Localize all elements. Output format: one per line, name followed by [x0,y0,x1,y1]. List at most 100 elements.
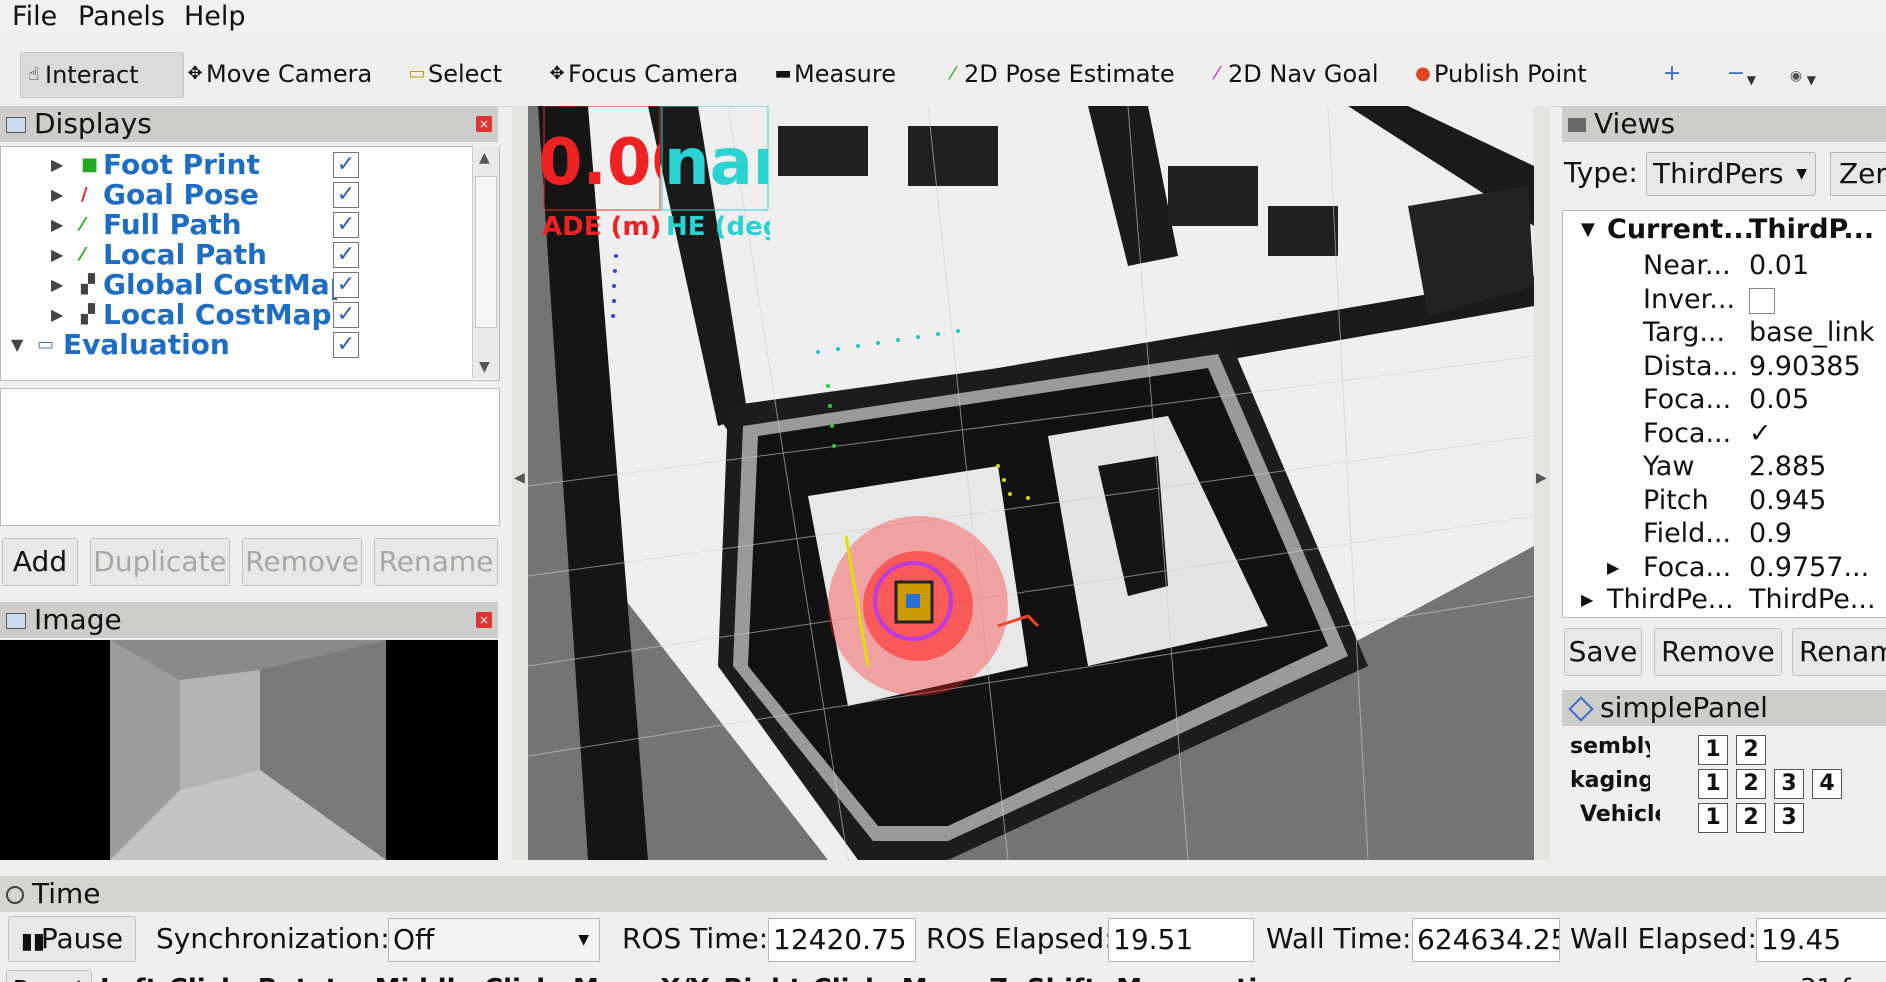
view-properties[interactable]: ▼ Current... ThirdP... Near... 0.01 Inver.… [1562,210,1886,618]
simple-panel-number-button[interactable]: 1 [1698,769,1728,799]
panel-diamond-icon [1568,696,1594,722]
rename-view-button[interactable]: Renam [1792,628,1886,676]
view-property-row[interactable]: ▶ Foca... 0.9757... [1563,551,1886,585]
view-property-row[interactable]: Inver... [1563,283,1886,317]
display-checkbox[interactable]: ✓ [333,212,359,238]
menu-panels[interactable]: Panels [78,0,165,34]
duplicate-button[interactable]: Duplicate [90,538,230,586]
simple-panel-number-button[interactable]: 2 [1736,769,1766,799]
simple-panel-number-button[interactable]: 2 [1736,735,1766,765]
nav-goal-label: 2D Nav Goal [1228,60,1379,88]
view-property-value[interactable]: 2.885 [1749,450,1826,484]
view-property-value[interactable]: 0.9 [1749,517,1792,551]
wall-elapsed-field[interactable]: 19.45 [1756,918,1886,962]
ruler-icon: ▬ [774,63,792,84]
display-checkbox[interactable]: ✓ [333,152,359,178]
displays-panel-header: Displays × [0,106,498,142]
right-splitter[interactable]: ▶ [1534,106,1550,860]
add-button[interactable]: Add [2,538,78,586]
chevron-right-icon[interactable]: ▼ [11,327,23,363]
save-view-button[interactable]: Save [1564,628,1642,676]
view-property-row[interactable]: Near... 0.01 [1563,249,1886,283]
display-item-label: Evaluation [63,328,230,361]
scroll-up-icon[interactable]: ▲ [479,150,490,166]
displays-scrollbar[interactable]: ▲ ▼ [472,146,499,379]
view-property-key: Near... [1643,250,1731,281]
rename-button[interactable]: Rename [374,538,498,586]
view-property-value[interactable]: base_link [1749,316,1875,350]
hand-icon: ☝ [28,64,40,85]
display-checkbox[interactable]: ✓ [333,182,359,208]
simple-panel-number-button[interactable]: 4 [1812,769,1842,799]
third-person-row[interactable]: ▶ ThirdPe... ThirdPe... [1563,583,1886,617]
remove-tool-button[interactable]: − ▼ [1716,56,1756,96]
scroll-down-icon[interactable]: ▼ [479,359,490,375]
chevron-down-icon: ▼ [1796,166,1807,182]
simple-panel-number-button[interactable]: 1 [1698,735,1728,765]
select-tool[interactable]: ▭ Select [404,52,508,96]
reset-button[interactable]: Reset [6,970,92,982]
zero-button[interactable]: Zer [1830,152,1886,196]
move-camera-tool[interactable]: ✥ Move Camera [182,52,378,96]
sync-select[interactable]: Off ▼ [388,918,600,962]
simple-panel-header: simplePanel [1562,690,1886,726]
view-property-value[interactable]: ✓ [1749,417,1772,451]
interact-tool[interactable]: ☝ Interact [20,52,184,98]
view-property-value[interactable]: 0.05 [1749,383,1809,417]
display-item[interactable]: ▼ ▭ Evaluation ✓ [1,327,471,363]
remove-view-button[interactable]: Remove [1654,628,1782,676]
view-property-value[interactable]: 9.90385 [1749,350,1861,384]
simple-panel-number-button[interactable]: 2 [1736,803,1766,833]
add-tool-button[interactable]: + [1652,56,1692,96]
focus-camera-tool[interactable]: ✥ Focus Camera [544,52,744,96]
map-pin-icon: ● [1415,63,1431,84]
simple-panel-number-button[interactable]: 3 [1774,803,1804,833]
publish-point-tool[interactable]: ● Publish Point [1410,52,1593,96]
collapse-left-icon[interactable]: ◀ [514,470,525,486]
pose-estimate-tool[interactable]: ⁄ 2D Pose Estimate [940,52,1181,96]
display-checkbox[interactable]: ✓ [333,332,359,358]
view-property-row[interactable]: Foca... 0.05 [1563,383,1886,417]
scrollbar-thumb[interactable] [475,176,497,328]
view-tool-button[interactable]: ◉ ▼ [1776,56,1816,96]
image-panel-header: Image × [0,602,498,638]
display-checkbox[interactable]: ✓ [333,242,359,268]
pause-button[interactable]: ▮▮Pause [8,916,136,962]
left-splitter[interactable]: ◀ [512,106,528,860]
interact-label: Interact [45,61,139,89]
view-property-key: Pitch [1643,484,1709,516]
wall-time-field[interactable]: 624634.25 [1412,918,1560,962]
displays-tree[interactable]: ▶ ■ Foot Print ✓ ▶ / Goal Pose ✓ ▶ ⁄ Full Path ✓ ▶ ⁄ L… [0,146,500,381]
remove-button[interactable]: Remove [242,538,362,586]
display-checkbox[interactable]: ✓ [333,272,359,298]
display-checkbox[interactable]: ✓ [333,302,359,328]
view-property-value[interactable]: 0.945 [1749,484,1826,518]
menu-help[interactable]: Help [184,0,246,34]
simple-panel-number-button[interactable]: 3 [1774,769,1804,799]
measure-tool[interactable]: ▬ Measure [770,52,902,96]
ros-elapsed-field[interactable]: 19.51 [1108,918,1254,962]
menu-file[interactable]: File [12,0,57,34]
render-3d-view[interactable]: 0.00 nan ADE (m) HE (deg [528,106,1534,860]
clock-icon [6,886,24,904]
camera-image-render [110,640,386,860]
collapse-right-icon[interactable]: ▶ [1536,470,1547,486]
current-view-row[interactable]: ▼ Current... ThirdP... [1563,213,1886,247]
view-property-row[interactable]: Yaw 2.885 [1563,450,1886,484]
ros-time-field[interactable]: 12420.75 [768,918,916,962]
view-property-row[interactable]: Field... 0.9 [1563,517,1886,551]
view-property-value[interactable]: 0.9757... [1749,551,1869,585]
close-icon[interactable]: × [476,612,492,628]
view-property-row[interactable]: Pitch 0.945 [1563,484,1886,518]
he-label: HE (deg [666,212,770,242]
view-property-value[interactable]: 0.01 [1749,249,1809,283]
simple-panel-number-button[interactable]: 1 [1698,803,1728,833]
view-property-row[interactable]: Foca... ✓ [1563,417,1886,451]
view-property-row[interactable]: Targ... base_link [1563,316,1886,350]
close-icon[interactable]: × [476,116,492,132]
nav-goal-tool[interactable]: ⁄ 2D Nav Goal [1204,52,1385,96]
view-property-row[interactable]: Dista... 9.90385 [1563,350,1886,384]
view-type-select[interactable]: ThirdPers ▼ [1646,152,1816,196]
invert-checkbox[interactable] [1749,287,1775,314]
select-icon: ▭ [408,63,426,84]
